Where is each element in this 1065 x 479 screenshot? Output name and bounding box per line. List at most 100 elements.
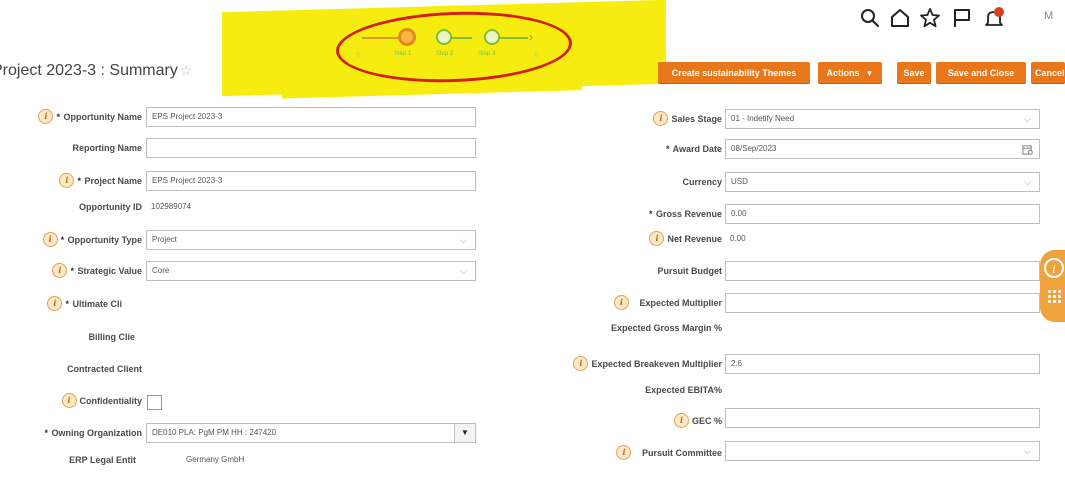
confidentiality-checkbox[interactable] bbox=[147, 395, 162, 410]
currency-value: USD bbox=[731, 177, 748, 186]
header: ◇ › Step 1 Step 2 Step 3 ◇ Project 2023-… bbox=[0, 0, 1065, 97]
project-name-input[interactable]: EPS Project 2023-3 bbox=[146, 171, 476, 191]
sales-stage-label: Sales Stage bbox=[671, 114, 722, 124]
pursuit-committee-row: i Pursuit Committee bbox=[480, 441, 722, 465]
info-icon[interactable]: i bbox=[38, 109, 54, 125]
pursuit-committee-label: Pursuit Committee bbox=[641, 448, 722, 458]
opportunity-type-label: Opportunity Type bbox=[67, 235, 142, 245]
award-date-label: Award Date bbox=[672, 144, 722, 154]
opportunity-id-label: Opportunity ID bbox=[79, 202, 142, 212]
opportunity-id-value: 102989074 bbox=[151, 202, 192, 211]
expected-multiplier-row: i Expected Multiplier bbox=[480, 291, 722, 315]
project-name-label: Project Name bbox=[84, 176, 142, 186]
owning-organization-label: Owning Organization bbox=[51, 428, 143, 438]
pursuit-budget-label: Pursuit Budget bbox=[657, 266, 723, 276]
ultimate-client-row: i * Ultimate Cli bbox=[0, 292, 122, 316]
breakeven-multiplier-row: i Expected Breakeven Multiplier bbox=[480, 352, 722, 376]
billing-client-row: Billing Clie bbox=[0, 325, 135, 349]
confidentiality-label: Confidentiality bbox=[79, 396, 143, 406]
erp-legal-entity-value: Germany GmbH bbox=[186, 455, 245, 464]
chevron-down-icon: ⌵ bbox=[460, 235, 467, 245]
save-button[interactable]: Save bbox=[897, 62, 931, 84]
page-title: Project 2023-3 : Summary ☆ bbox=[0, 62, 192, 80]
bell-icon[interactable] bbox=[982, 6, 1006, 30]
actions-button[interactable]: Actions ▼ bbox=[818, 62, 882, 84]
pursuit-committee-select[interactable]: ⌵ bbox=[725, 441, 1040, 461]
contracted-client-row: Contracted Client bbox=[0, 357, 142, 381]
gross-revenue-label: Gross Revenue bbox=[655, 209, 722, 219]
user-avatar[interactable]: M bbox=[1044, 10, 1053, 22]
confidentiality-row: i Confidentiality bbox=[0, 389, 142, 413]
opportunity-type-row: i * Opportunity Type bbox=[0, 228, 142, 252]
opportunity-name-row: i * Opportunity Name bbox=[0, 105, 142, 129]
opportunity-type-select[interactable]: Project ⌵ bbox=[146, 230, 476, 250]
chevron-down-icon: ⌵ bbox=[1024, 177, 1031, 187]
info-icon[interactable]: i bbox=[1044, 258, 1064, 278]
expected-multiplier-input[interactable] bbox=[725, 293, 1040, 313]
gec-label: GEC % bbox=[691, 416, 722, 426]
info-icon[interactable]: i bbox=[47, 296, 63, 312]
breakeven-multiplier-label: Expected Breakeven Multiplier bbox=[591, 359, 722, 369]
award-date-value: 08/Sep/2023 bbox=[731, 144, 777, 153]
sales-stage-row: i Sales Stage bbox=[480, 107, 722, 131]
dropdown-arrow-icon[interactable]: ▼ bbox=[454, 424, 475, 442]
info-icon[interactable]: i bbox=[649, 231, 665, 247]
owning-organization-row: * Owning Organization bbox=[44, 428, 143, 438]
erp-legal-entity-label: ERP Legal Entit bbox=[69, 455, 136, 465]
cancel-button[interactable]: Cancel bbox=[1031, 62, 1065, 84]
calendar-icon[interactable] bbox=[1022, 140, 1033, 158]
favorite-star-icon[interactable]: ☆ bbox=[180, 62, 193, 78]
net-revenue-row: i Net Revenue bbox=[480, 227, 722, 251]
floating-help-button[interactable]: i bbox=[1040, 250, 1065, 322]
owning-organization-input[interactable]: DE010 PLA: PgM PM HH : 247420 ▼ bbox=[146, 423, 476, 443]
sales-stage-select[interactable]: 01 - Indetify Need ⌵ bbox=[725, 109, 1040, 129]
create-sustainability-themes-button[interactable]: Create sustainability Themes bbox=[658, 62, 810, 84]
gross-revenue-input[interactable]: 0.00 bbox=[725, 204, 1040, 224]
info-icon[interactable]: i bbox=[42, 232, 58, 248]
chevron-down-icon: ⌵ bbox=[1024, 114, 1031, 124]
gec-input[interactable] bbox=[725, 408, 1040, 428]
save-and-close-button[interactable]: Save and Close bbox=[936, 62, 1026, 84]
reporting-name-label: Reporting Name bbox=[72, 143, 142, 153]
award-date-row: * Award Date bbox=[665, 144, 722, 154]
ultimate-client-label: Ultimate Cli bbox=[72, 299, 122, 309]
info-icon[interactable]: i bbox=[52, 263, 68, 279]
info-icon[interactable]: i bbox=[653, 111, 669, 127]
award-date-input[interactable]: 08/Sep/2023 bbox=[725, 139, 1040, 159]
contracted-client-label: Contracted Client bbox=[66, 364, 142, 374]
info-icon[interactable]: i bbox=[616, 445, 632, 461]
sales-stage-value: 01 - Indetify Need bbox=[731, 114, 795, 123]
expected-gross-margin-row: Expected Gross Margin % bbox=[480, 316, 722, 340]
info-icon[interactable]: i bbox=[673, 413, 689, 429]
gec-row: i GEC % bbox=[480, 409, 722, 433]
reporting-name-input[interactable] bbox=[146, 138, 476, 158]
net-revenue-value: 0.00 bbox=[730, 234, 746, 243]
page-title-text: Project 2023-3 : Summary bbox=[0, 62, 178, 79]
opportunity-id-row: Opportunity ID bbox=[0, 195, 142, 219]
strategic-value-select[interactable]: Core ⌵ bbox=[146, 261, 476, 281]
pursuit-budget-input[interactable] bbox=[725, 261, 1040, 281]
grid-dots-icon[interactable] bbox=[1048, 290, 1062, 308]
billing-client-label: Billing Clie bbox=[88, 332, 135, 342]
star-icon[interactable] bbox=[918, 6, 942, 30]
currency-row: Currency bbox=[480, 170, 722, 194]
info-icon[interactable]: i bbox=[573, 356, 589, 372]
expected-ebita-row: Expected EBITA% bbox=[480, 378, 722, 402]
info-icon[interactable]: i bbox=[61, 393, 77, 409]
actions-button-label: Actions bbox=[826, 68, 860, 78]
currency-select[interactable]: USD ⌵ bbox=[725, 172, 1040, 192]
info-icon[interactable]: i bbox=[59, 173, 75, 189]
expected-ebita-label: Expected EBITA% bbox=[645, 385, 722, 395]
chevron-down-icon: ⌵ bbox=[1024, 446, 1031, 456]
search-icon[interactable] bbox=[858, 6, 882, 30]
flag-icon[interactable] bbox=[950, 6, 974, 30]
expected-multiplier-label: Expected Multiplier bbox=[639, 298, 722, 308]
opportunity-name-input[interactable]: EPS Project 2023-3 bbox=[146, 107, 476, 127]
breakeven-multiplier-input[interactable]: 2.6 bbox=[725, 354, 1040, 374]
info-icon[interactable]: i bbox=[613, 295, 629, 311]
erp-legal-entity-row: ERP Legal Entit bbox=[0, 448, 136, 472]
project-name-row: i * Project Name bbox=[0, 169, 142, 193]
home-icon[interactable] bbox=[888, 6, 912, 30]
expected-gross-margin-label: Expected Gross Margin % bbox=[610, 323, 722, 333]
strategic-value-row: i * Strategic Value bbox=[0, 259, 142, 283]
